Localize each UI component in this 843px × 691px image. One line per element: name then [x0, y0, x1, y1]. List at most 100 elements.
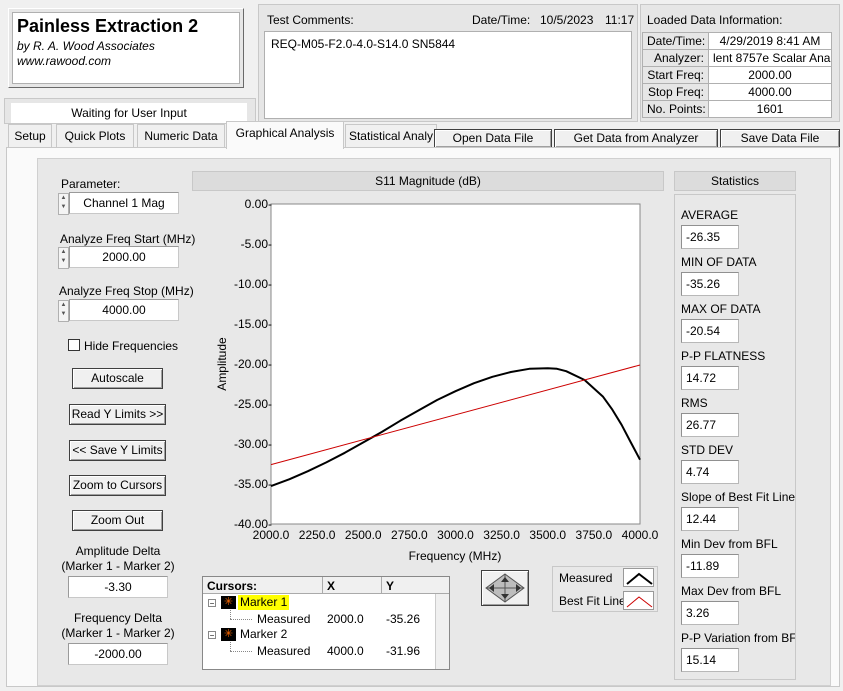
cursor-row-y: -35.26: [386, 612, 421, 626]
loaded-row: No. Points: 1601: [642, 100, 832, 118]
frequency-delta-value: -2000.00: [68, 643, 168, 665]
tree-line: [230, 610, 231, 619]
save-data-file-button[interactable]: Save Data File: [720, 129, 840, 148]
app-author: by R. A. Wood Associates: [17, 39, 155, 53]
x-tick-label: 2000.0: [253, 528, 290, 542]
stat-value: 3.26: [681, 601, 739, 625]
y-tick-label: -10.00-: [234, 277, 272, 291]
freq-start-input[interactable]: 2000.00: [69, 246, 179, 268]
tree-line: [230, 642, 231, 651]
cursors-header-name: Cursors:: [207, 579, 258, 593]
amplitude-delta-sublabel: (Marker 1 - Marker 2): [61, 559, 175, 573]
x-tick-label: 4000.0: [622, 528, 659, 542]
save-y-limits-button[interactable]: << Save Y Limits: [69, 440, 166, 461]
stat-label: MAX OF DATA: [681, 302, 761, 316]
legend-bestfit-swatch[interactable]: [623, 591, 654, 610]
tab-quick-plots[interactable]: Quick Plots: [56, 124, 134, 148]
marker-1-icon: ✳: [221, 596, 236, 609]
tree-line: [230, 651, 252, 652]
stat-label: STD DEV: [681, 443, 734, 457]
marker-2-label[interactable]: Marker 2: [240, 627, 287, 642]
app-title: Painless Extraction 2: [17, 16, 199, 36]
stat-label: P-P Variation from BF: [681, 631, 795, 645]
date-value: 10/5/2023: [540, 13, 594, 27]
cursor-row-sub: Measured: [257, 644, 311, 658]
cursors-header-divider: [381, 577, 382, 594]
app-title-panel: Painless Extraction 2 by R. A. Wood Asso…: [8, 8, 244, 88]
cursors-header-y: Y: [386, 579, 395, 593]
parameter-spinner[interactable]: ▲ ▼: [58, 193, 69, 215]
loaded-row: Analyzer: lent 8757e Scalar Analy: [642, 49, 832, 67]
cursor-diamond-icon: [485, 573, 525, 603]
stat-value: -35.26: [681, 272, 739, 296]
tab-statistical-analysis[interactable]: Statistical Analy: [345, 124, 437, 148]
read-y-limits-button[interactable]: Read Y Limits >>: [69, 404, 166, 425]
plot-area: [270, 203, 641, 525]
loaded-row: Date/Time: 4/29/2019 8:41 AM: [642, 32, 832, 50]
cursor-row-x: 4000.0: [327, 644, 364, 658]
freq-stop-spinner[interactable]: ▲ ▼: [58, 300, 69, 322]
stat-value: 12.44: [681, 507, 739, 531]
hide-frequencies-checkbox[interactable]: [68, 339, 80, 351]
legend-measured-swatch[interactable]: [623, 568, 654, 587]
cursors-header: Cursors: X Y: [203, 577, 449, 594]
frequency-delta-sublabel: (Marker 1 - Marker 2): [61, 626, 175, 640]
cursors-table[interactable]: Cursors: X Y − ✳ Marker 1 Measured 2000.…: [202, 576, 450, 670]
stat-value: 26.77: [681, 413, 739, 437]
comments-panel: Test Comments: Date/Time: 10/5/2023 11:1…: [258, 4, 638, 122]
cursors-header-x: X: [327, 579, 336, 593]
y-tick-labels: 0.00- -5.00- -10.00- -15.00- -20.00- -25.00- -…: [234, 197, 272, 531]
comments-textarea[interactable]: REQ-M05-F2.0-4.0-S14.0 SN5844: [264, 31, 632, 119]
stat-label: AVERAGE: [681, 208, 739, 222]
comments-label: Test Comments:: [267, 13, 354, 27]
x-tick-label: 3500.0: [529, 528, 566, 542]
marker-2-icon: ✳: [221, 628, 236, 641]
statistics-title: Statistics: [710, 174, 759, 188]
loaded-row-label: Start Freq:: [642, 66, 709, 84]
autoscale-button[interactable]: Autoscale: [72, 368, 163, 389]
loaded-row-value: lent 8757e Scalar Analy: [708, 49, 832, 67]
tab-setup[interactable]: Setup: [8, 124, 52, 148]
x-axis-label: Frequency (MHz): [409, 549, 502, 563]
s11-chart[interactable]: 0.00- -5.00- -10.00- -15.00- -20.00- -25.00- -…: [200, 194, 666, 566]
cursor-row-sub: Measured: [257, 612, 311, 626]
chart-title-bar: S11 Magnitude (dB): [192, 171, 664, 191]
app-url: www.rawood.com: [17, 54, 112, 68]
y-tick-label: -30.00-: [234, 437, 272, 451]
loaded-info-title: Loaded Data Information:: [647, 13, 783, 27]
get-data-from-analyzer-button[interactable]: Get Data from Analyzer: [554, 129, 718, 148]
stat-label: Max Dev from BFL: [681, 584, 782, 598]
y-tick-label: -20.00-: [234, 357, 272, 371]
tree-line: [230, 619, 252, 620]
x-tick-label: 2750.0: [391, 528, 428, 542]
stat-value: -26.35: [681, 225, 739, 249]
tree-collapse-icon[interactable]: −: [208, 631, 216, 640]
freq-stop-label: Analyze Freq Stop (MHz): [59, 284, 194, 298]
x-tick-label: 3000.0: [437, 528, 474, 542]
open-data-file-button[interactable]: Open Data File: [434, 129, 552, 148]
statistics-header: Statistics: [674, 171, 796, 191]
x-tick-label: 3250.0: [483, 528, 520, 542]
zoom-out-button[interactable]: Zoom Out: [72, 510, 163, 531]
tab-graphical-analysis[interactable]: Graphical Analysis: [226, 121, 344, 149]
stat-value: 14.72: [681, 366, 739, 390]
cursor-row-y: -31.96: [386, 644, 421, 658]
freq-start-label: Analyze Freq Start (MHz): [60, 232, 196, 246]
parameter-select[interactable]: Channel 1 Mag: [69, 192, 179, 214]
freq-start-spinner[interactable]: ▲ ▼: [58, 247, 69, 269]
cursor-row-x: 2000.0: [327, 612, 364, 626]
marker-1-label[interactable]: Marker 1: [238, 595, 290, 610]
loaded-row-value: 4/29/2019 8:41 AM: [708, 32, 832, 50]
stat-value: 15.14: [681, 648, 739, 672]
cursors-header-divider: [322, 577, 323, 594]
loaded-info-panel: Loaded Data Information: Date/Time: 4/29/…: [640, 4, 840, 122]
tree-collapse-icon[interactable]: −: [208, 599, 216, 608]
freq-stop-input[interactable]: 4000.00: [69, 299, 179, 321]
x-tick-label: 2500.0: [345, 528, 382, 542]
cursor-move-button[interactable]: [481, 570, 529, 606]
zoom-to-cursors-button[interactable]: Zoom to Cursors: [69, 475, 166, 496]
y-tick-label: 0.00-: [245, 197, 272, 211]
stat-label: Slope of Best Fit Line: [681, 490, 796, 504]
tab-numeric-data[interactable]: Numeric Data: [137, 124, 225, 148]
cursors-scrollbar[interactable]: [435, 594, 449, 669]
